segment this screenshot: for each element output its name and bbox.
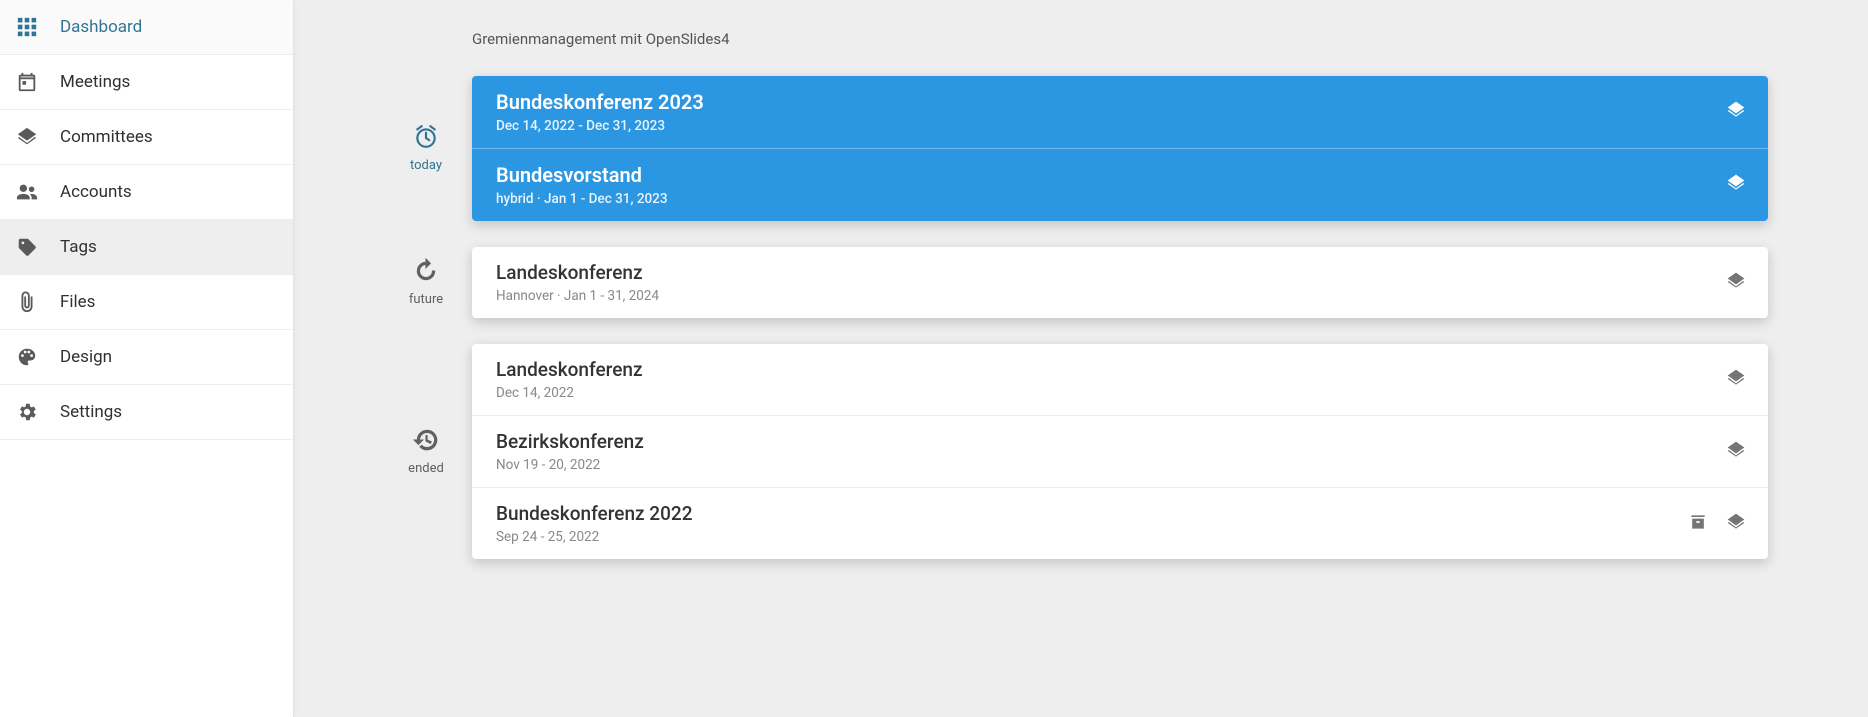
sidebar-item-meetings[interactable]: Meetings <box>0 55 293 110</box>
sidebar-item-label: Accounts <box>60 182 132 202</box>
sidebar: Dashboard Meetings Committees Accounts Tags F… <box>0 0 294 717</box>
meeting-actions <box>1726 271 1746 295</box>
sidebar-item-label: Design <box>60 347 112 367</box>
palette-icon <box>16 346 60 368</box>
meeting-card-today: Bundeskonferenz 2023 Dec 14, 2022 - Dec 3… <box>472 76 1768 221</box>
meeting-meta: hybrid · Jan 1 - Dec 31, 2023 <box>496 191 1726 207</box>
sidebar-item-accounts[interactable]: Accounts <box>0 165 293 220</box>
sidebar-item-label: Dashboard <box>60 17 142 37</box>
meeting-meta: Nov 19 - 20, 2022 <box>496 457 1726 473</box>
meeting-row[interactable]: Bundeskonferenz 2022 Sep 24 - 25, 2022 <box>472 488 1768 559</box>
meeting-row[interactable]: Bundesvorstand hybrid · Jan 1 - Dec 31, 2… <box>472 149 1768 221</box>
meeting-title: Bezirkskonferenz <box>496 430 1726 453</box>
layers-icon[interactable] <box>1726 100 1746 124</box>
sidebar-item-dashboard[interactable]: Dashboard <box>0 0 293 55</box>
group-future: future Landeskonferenz Hannover · Jan 1 - … <box>394 247 1768 318</box>
meeting-actions <box>1726 440 1746 464</box>
alarm-icon <box>413 124 439 158</box>
group-icon <box>16 181 60 203</box>
meeting-row[interactable]: Bundeskonferenz 2023 Dec 14, 2022 - Dec 3… <box>472 76 1768 149</box>
gear-icon <box>16 401 60 423</box>
meeting-actions <box>1726 368 1746 392</box>
meeting-row[interactable]: Landeskonferenz Dec 14, 2022 <box>472 344 1768 416</box>
sidebar-item-label: Committees <box>60 127 153 147</box>
sidebar-item-design[interactable]: Design <box>0 330 293 385</box>
sidebar-item-files[interactable]: Files <box>0 275 293 330</box>
meeting-actions <box>1726 100 1746 124</box>
main-content: Gremienmanagement mit OpenSlides4 today B… <box>294 0 1868 717</box>
group-label-text: today <box>410 158 442 173</box>
sidebar-item-label: Files <box>60 292 95 312</box>
sidebar-item-label: Tags <box>60 237 97 257</box>
group-indicator-ended: ended <box>394 427 458 476</box>
meeting-actions <box>1726 173 1746 197</box>
archive-icon[interactable] <box>1688 512 1708 536</box>
sidebar-item-label: Meetings <box>60 72 130 92</box>
meeting-title: Bundesvorstand <box>496 163 1726 187</box>
update-icon <box>413 258 439 292</box>
sidebar-item-label: Settings <box>60 402 122 422</box>
tag-icon <box>16 236 60 258</box>
layers-icon[interactable] <box>1726 512 1746 536</box>
sidebar-item-committees[interactable]: Committees <box>0 110 293 165</box>
meeting-title: Bundeskonferenz 2022 <box>496 502 1688 525</box>
meeting-title: Landeskonferenz <box>496 261 1726 284</box>
page-subtitle: Gremienmanagement mit OpenSlides4 <box>472 30 1768 48</box>
sidebar-item-tags[interactable]: Tags <box>0 220 293 275</box>
meeting-row[interactable]: Bezirkskonferenz Nov 19 - 20, 2022 <box>472 416 1768 488</box>
apps-icon <box>16 16 60 38</box>
meeting-meta: Dec 14, 2022 - Dec 31, 2023 <box>496 118 1726 134</box>
layers-icon[interactable] <box>1726 440 1746 464</box>
meeting-meta: Sep 24 - 25, 2022 <box>496 529 1688 545</box>
meeting-row[interactable]: Landeskonferenz Hannover · Jan 1 - 31, 20… <box>472 247 1768 318</box>
meeting-meta: Hannover · Jan 1 - 31, 2024 <box>496 288 1726 304</box>
event-icon <box>16 71 60 93</box>
layers-icon[interactable] <box>1726 368 1746 392</box>
layers-icon[interactable] <box>1726 271 1746 295</box>
sidebar-item-settings[interactable]: Settings <box>0 385 293 440</box>
meeting-card-ended: Landeskonferenz Dec 14, 2022 Bezirkskonfer… <box>472 344 1768 559</box>
layers-icon[interactable] <box>1726 173 1746 197</box>
layers-icon <box>16 126 60 148</box>
group-indicator-future: future <box>394 258 458 307</box>
meeting-card-future: Landeskonferenz Hannover · Jan 1 - 31, 20… <box>472 247 1768 318</box>
group-label-text: future <box>409 292 443 307</box>
meeting-title: Landeskonferenz <box>496 358 1726 381</box>
group-ended: ended Landeskonferenz Dec 14, 2022 Bezirksk… <box>394 344 1768 559</box>
attach-icon <box>16 291 60 313</box>
history-icon <box>413 427 439 461</box>
group-today: today Bundeskonferenz 2023 Dec 14, 2022 - … <box>394 76 1768 221</box>
meeting-title: Bundeskonferenz 2023 <box>496 90 1726 114</box>
group-indicator-today: today <box>394 124 458 173</box>
group-label-text: ended <box>408 461 444 476</box>
meeting-actions <box>1688 512 1746 536</box>
meeting-meta: Dec 14, 2022 <box>496 385 1726 401</box>
